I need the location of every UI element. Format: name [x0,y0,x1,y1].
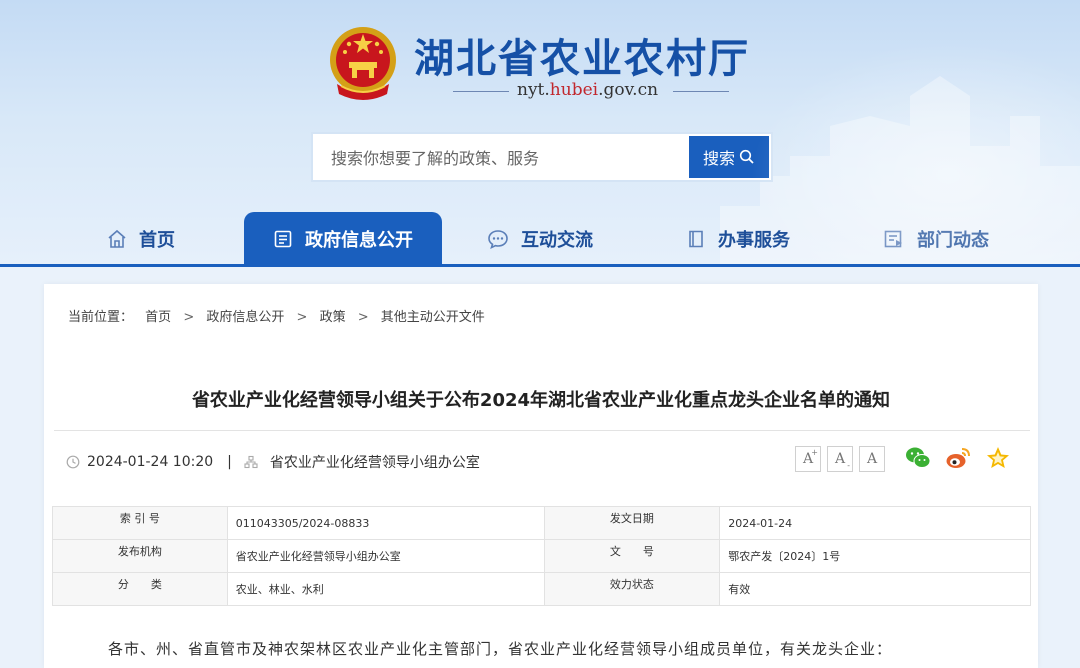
chat-icon [488,230,508,249]
main-nav: 首页 政府信息公开 互动交流 办事服务 部门动态 [0,212,1080,266]
url-suffix: .gov.cn [598,80,659,100]
url-highlight: hubei [549,80,599,100]
document-number-label: 文 号 [543,539,721,573]
publisher-name: 省农业产业化经营领导小组办公室 [269,455,480,471]
url-prefix: nyt. [517,80,550,100]
bookmark-icon [689,230,703,248]
nav-item-services[interactable]: 办事服务 [686,212,790,266]
search-bar: 搜索 [311,132,773,182]
news-icon [884,230,902,248]
document-info-table: 索 引 号 011043305/2024-08833 发文日期 2024-01-… [52,506,1031,606]
publish-datetime: 2024-01-24 10:20 [87,454,214,470]
breadcrumb-separator: > [296,310,308,325]
breadcrumb-separator: > [357,310,369,325]
nav-item-interaction[interactable]: 互动交流 [487,212,593,266]
share-buttons [904,444,1012,472]
table-row: 分 类 农业、林业、水利 效力状态 有效 [52,572,1031,606]
url-left-rule [453,91,509,92]
breadcrumb-item-gov-info[interactable]: 政府信息公开 [206,310,284,325]
nav-underline [0,264,1080,267]
article-body-first-line: 各市、州、省直管市及神农架林区农业产业化主管部门，省农业产业化经营领导小组成员单… [108,640,893,658]
meta-separator: | [227,454,232,470]
nav-item-dept-news[interactable]: 部门动态 [883,212,989,266]
nav-label-interaction: 互动交流 [521,230,593,251]
article-meta: 2024-01-24 10:20 | 省农业产业化经营领导小组办公室 [66,452,480,472]
document-number-value: 鄂农产发〔2024〕1号 [719,539,1031,573]
clock-icon [66,455,80,469]
index-number-value: 011043305/2024-08833 [226,506,545,540]
breadcrumb-item-other-files[interactable]: 其他主动公开文件 [381,310,485,325]
issue-date-label: 发文日期 [543,506,721,540]
nav-label-dept-news: 部门动态 [917,230,989,251]
table-row: 索 引 号 011043305/2024-08833 发文日期 2024-01-… [52,506,1031,540]
font-reset-button[interactable]: A [859,446,885,472]
issuing-agency-value: 省农业产业化经营领导小组办公室 [226,539,545,573]
nav-item-home[interactable]: 首页 [107,212,175,266]
issuing-agency-label: 发布机构 [52,539,228,573]
document-list-icon [274,230,292,248]
validity-status-label: 效力状态 [543,572,721,606]
skyline-decoration [720,76,1080,266]
national-emblem-icon [330,27,396,100]
favorite-star-icon[interactable] [984,444,1012,472]
breadcrumb-item-home[interactable]: 首页 [145,310,171,325]
search-icon [739,149,754,164]
category-value: 农业、林业、水利 [226,572,545,606]
font-size-controls: A + A- A [795,446,885,472]
nav-label-services: 办事服务 [718,230,790,251]
article-card: 当前位置： 首页 > 政府信息公开 > 政策 > 其他主动公开文件 省农业产业化… [44,284,1038,668]
issue-date-value: 2024-01-24 [719,506,1031,540]
nav-label-home: 首页 [139,230,175,251]
site-header: 湖北省农业农村厅 nyt.hubei.gov.cn 搜索 首页 [0,0,1080,266]
title-divider [54,430,1030,431]
breadcrumb: 当前位置： 首页 > 政府信息公开 > 政策 > 其他主动公开文件 [68,306,493,325]
site-title: 湖北省农业农村厅 [414,36,750,82]
article-title: 省农业产业化经营领导小组关于公布2024年湖北省农业产业化重点龙头企业名单的通知 [191,390,891,411]
weibo-icon[interactable] [944,444,972,472]
organization-icon [244,455,258,469]
breadcrumb-item-policy[interactable]: 政策 [320,310,346,325]
wechat-icon[interactable] [904,444,932,472]
breadcrumb-prefix: 当前位置： [68,310,134,325]
index-number-label: 索 引 号 [52,506,228,540]
site-url[interactable]: nyt.hubei.gov.cn [453,80,729,104]
url-right-rule [673,91,729,92]
home-icon [108,229,126,248]
breadcrumb-separator: > [183,310,195,325]
table-row: 发布机构 省农业产业化经营领导小组办公室 文 号 鄂农产发〔2024〕1号 [52,539,1031,573]
font-decrease-label: A [834,451,846,467]
search-button-label: 搜索 [702,149,735,168]
font-decrease-button[interactable]: A- [827,446,853,472]
search-input[interactable] [313,134,711,182]
category-label: 分 类 [52,572,228,606]
font-increase-button[interactable]: A + [795,446,821,472]
font-reset-label: A [866,451,878,467]
search-button[interactable]: 搜索 [689,136,769,178]
nav-item-gov-info[interactable]: 政府信息公开 [244,212,442,266]
validity-status-value: 有效 [719,572,1031,606]
nav-label-gov-info: 政府信息公开 [305,230,413,251]
